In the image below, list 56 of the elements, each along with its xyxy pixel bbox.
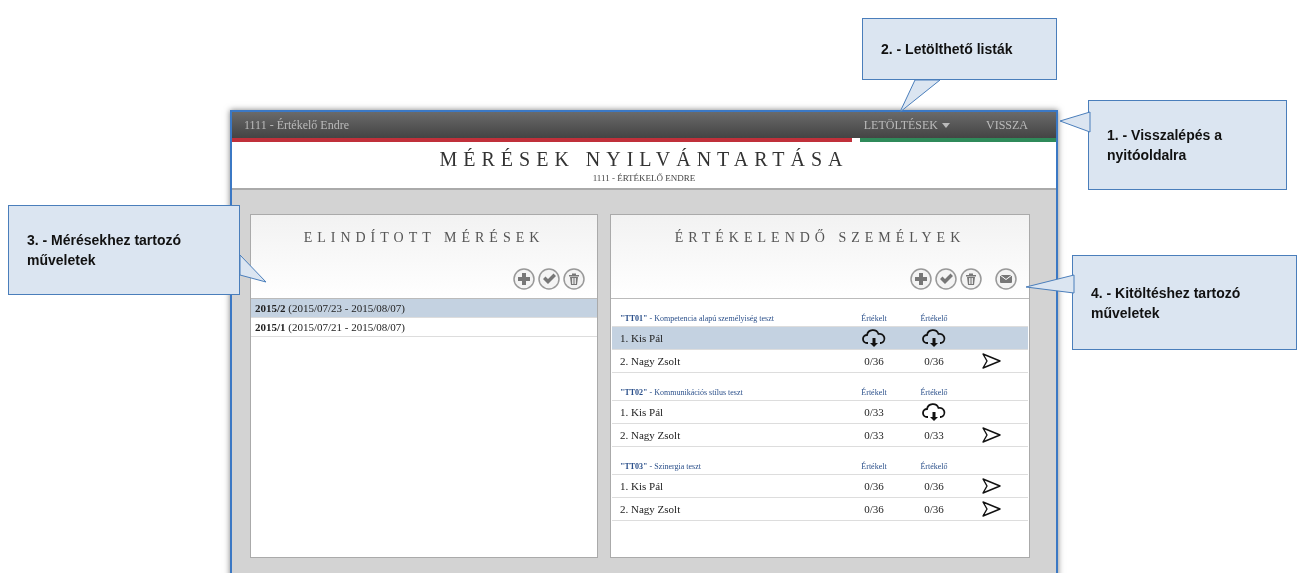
mail-button[interactable] [995, 268, 1017, 290]
table-row[interactable]: 1. Kis Pál 0/36 0/36 [612, 475, 1028, 498]
panel-title: ÉRTÉKELENDŐ SZEMÉLYEK [674, 228, 966, 247]
callout-text: 3. - Mérésekhez tartozó műveletek [27, 231, 183, 270]
table-row[interactable]: 2. Nagy Zsolt 0/36 0/36 [612, 498, 1028, 521]
person-name: 1. Kis Pál [620, 478, 665, 494]
table-row[interactable]: 1. Kis Pál 0/33 [612, 401, 1028, 424]
list-item[interactable]: 2015/2 (2015/07/23 - 2015/08/07) [251, 299, 597, 318]
table-cell-text: 0/33 [864, 404, 884, 420]
check-button[interactable] [935, 268, 957, 290]
group-title: "TT02" - Kommunikációs stílus teszt [620, 386, 744, 399]
column-header: Értékelő [919, 460, 949, 473]
nav-link[interactable]: VISSZA [986, 116, 1028, 134]
cloud-download-icon[interactable] [862, 328, 886, 348]
add-button[interactable] [910, 268, 932, 290]
group-title: "TT03" - Szinergia teszt [620, 460, 702, 473]
panel-title: ELINDÍTOTT MÉRÉSEK [303, 228, 545, 247]
delete-button[interactable] [960, 268, 982, 290]
cloud-download-icon[interactable] [922, 402, 946, 422]
table-cell-text: 0/36 [924, 501, 944, 517]
check-button[interactable] [538, 268, 560, 290]
table-cell-text: 0/33 [924, 427, 944, 443]
table-cell-text: 0/36 [864, 501, 884, 517]
delete-button[interactable] [563, 268, 585, 290]
callout-text: 1. - Visszalépés a nyitóoldalra [1107, 126, 1223, 165]
cloud-download-icon[interactable] [922, 328, 946, 348]
add-button[interactable] [513, 268, 535, 290]
table-cell-text: 0/36 [864, 353, 884, 369]
user-label: 1111 - Értékelő Endre [244, 117, 349, 134]
table-cell-text: 0/33 [864, 427, 884, 443]
dropdown-menu[interactable]: LETÖLTÉSEK [863, 116, 950, 134]
person-name: 1. Kis Pál [620, 330, 665, 346]
table-row[interactable]: 1. Kis Pál [612, 327, 1028, 350]
person-name: 2. Nagy Zsolt [620, 501, 682, 517]
group-title: "TT01" - Kompetencia alapú személyiség teszt [620, 312, 775, 325]
table-cell-text: 0/36 [924, 478, 944, 494]
column-header: Értékelt [860, 460, 888, 473]
send-icon[interactable] [980, 426, 1002, 444]
person-name: 1. Kis Pál [620, 404, 665, 420]
table-row[interactable]: 2. Nagy Zsolt 0/33 0/33 [612, 424, 1028, 447]
person-name: 2. Nagy Zsolt [620, 427, 682, 443]
page-title: MÉRÉSEK NYILVÁNTARTÁSA [439, 147, 849, 172]
send-icon[interactable] [980, 477, 1002, 495]
send-icon[interactable] [980, 500, 1002, 518]
column-header: Értékelő [919, 312, 949, 325]
callout-text: 4. - Kitöltéshez tartozó műveletek [1091, 283, 1242, 323]
table-cell-text: 0/36 [864, 478, 884, 494]
column-header: Értékelő [919, 386, 949, 399]
page-subtitle: 1111 - ÉRTÉKELŐ ENDRE [592, 172, 696, 185]
table-row[interactable]: 2. Nagy Zsolt 0/36 0/36 [612, 350, 1028, 373]
column-header: Értékelt [860, 312, 888, 325]
table-cell-text: 0/36 [924, 353, 944, 369]
person-name: 2. Nagy Zsolt [620, 353, 682, 369]
callout-text: 2. - Letölthető listák [881, 40, 1013, 59]
column-header: Értékelt [860, 386, 888, 399]
send-icon[interactable] [980, 352, 1002, 370]
